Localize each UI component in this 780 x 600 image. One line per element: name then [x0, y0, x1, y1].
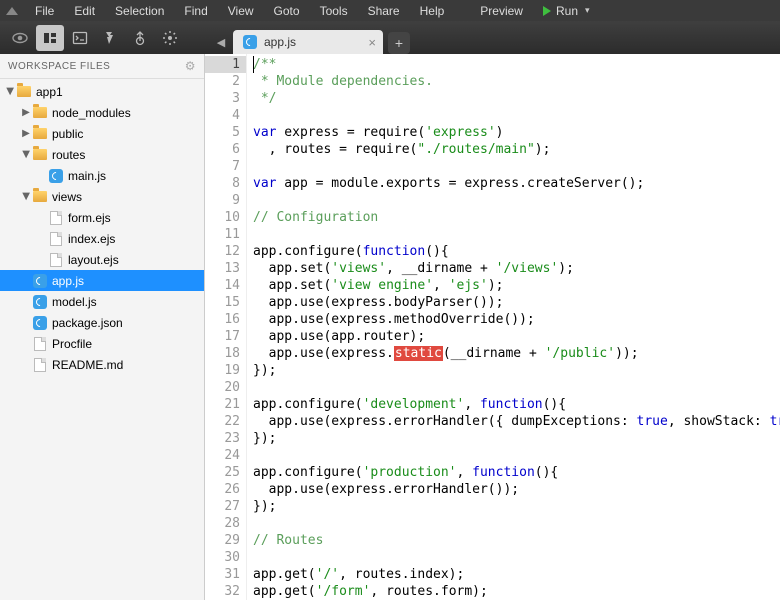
menu-view[interactable]: View	[219, 2, 263, 20]
js-file-icon	[33, 316, 47, 330]
tab-bar: ◀ app.js × +	[211, 26, 410, 54]
tree-file-package-json[interactable]: ▶package.json	[0, 312, 204, 333]
text-cursor	[253, 56, 254, 73]
close-icon[interactable]: ×	[368, 36, 376, 49]
js-file-icon	[49, 169, 63, 183]
menu-tools[interactable]: Tools	[311, 2, 357, 20]
js-file-icon	[243, 35, 257, 49]
tree-file-layout-ejs[interactable]: ▶layout.ejs	[0, 249, 204, 270]
tree-file-app-js[interactable]: ▶app.js	[0, 270, 204, 291]
file-icon	[50, 232, 62, 246]
code-editor[interactable]: 1234567891011121314151617181920212223242…	[205, 54, 780, 600]
tree-file-main-js[interactable]: ▶main.js	[0, 165, 204, 186]
toolbar: ◀ app.js × +	[0, 21, 780, 54]
tree-file-procfile[interactable]: ▶Procfile	[0, 333, 204, 354]
sidebar-header: WORKSPACE FILES ⚙	[0, 54, 204, 79]
folder-icon	[33, 191, 47, 202]
chevron-down-icon[interactable]: ▾	[585, 5, 590, 16]
file-icon	[34, 337, 46, 351]
menu-help[interactable]: Help	[411, 2, 454, 20]
tree-file-model-js[interactable]: ▶model.js	[0, 291, 204, 312]
toggle-eye-button[interactable]	[6, 25, 34, 51]
menu-selection[interactable]: Selection	[106, 2, 173, 20]
tab-label: app.js	[264, 35, 296, 49]
menu-file[interactable]: File	[26, 2, 63, 20]
sidebar: WORKSPACE FILES ⚙ ▶app1 ▶node_modules ▶p…	[0, 54, 205, 600]
tree-folder-views[interactable]: ▶views	[0, 186, 204, 207]
run-button[interactable]: Run ▾	[534, 2, 599, 20]
deploy-button[interactable]	[126, 25, 154, 51]
folder-icon	[33, 128, 47, 139]
menu-share[interactable]: Share	[359, 2, 409, 20]
sidebar-title: WORKSPACE FILES	[8, 61, 110, 72]
line-gutter: 1234567891011121314151617181920212223242…	[205, 54, 247, 600]
js-file-icon	[33, 274, 47, 288]
gear-icon[interactable]: ⚙	[185, 59, 196, 73]
run-panel-button[interactable]	[96, 25, 124, 51]
menu-find[interactable]: Find	[175, 2, 216, 20]
play-icon	[543, 6, 551, 16]
folder-icon	[17, 86, 31, 97]
tab-scroll-left[interactable]: ◀	[211, 30, 231, 54]
folder-icon	[33, 149, 47, 160]
file-icon	[50, 211, 62, 225]
tree-file-form-ejs[interactable]: ▶form.ejs	[0, 207, 204, 228]
code-content[interactable]: /** * Module dependencies. */ var expres…	[247, 54, 780, 600]
settings-button[interactable]	[156, 25, 184, 51]
menu-goto[interactable]: Goto	[265, 2, 309, 20]
tree-file-readme[interactable]: ▶README.md	[0, 354, 204, 375]
tree-folder-node-modules[interactable]: ▶node_modules	[0, 102, 204, 123]
menubar: File Edit Selection Find View Goto Tools…	[0, 0, 780, 21]
workspace-files-button[interactable]	[36, 25, 64, 51]
tree-folder-routes[interactable]: ▶routes	[0, 144, 204, 165]
file-icon	[34, 358, 46, 372]
tree-file-index-ejs[interactable]: ▶index.ejs	[0, 228, 204, 249]
file-tree: ▶app1 ▶node_modules ▶public ▶routes ▶mai…	[0, 79, 204, 377]
terminal-button[interactable]	[66, 25, 94, 51]
new-tab-button[interactable]: +	[388, 32, 410, 54]
tree-folder-public[interactable]: ▶public	[0, 123, 204, 144]
file-icon	[50, 253, 62, 267]
run-label: Run	[556, 4, 578, 18]
tab-app-js[interactable]: app.js ×	[233, 30, 383, 54]
app-logo-icon[interactable]	[6, 7, 18, 15]
preview-button[interactable]: Preview	[471, 2, 532, 20]
folder-icon	[33, 107, 47, 118]
js-file-icon	[33, 295, 47, 309]
menu-edit[interactable]: Edit	[65, 2, 104, 20]
tree-folder-app1[interactable]: ▶app1	[0, 81, 204, 102]
